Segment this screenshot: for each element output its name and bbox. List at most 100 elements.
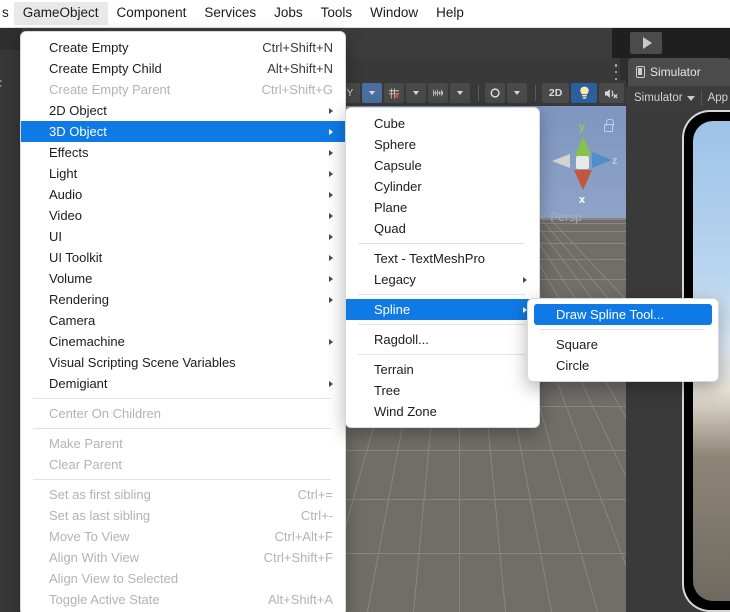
menubar-item-component[interactable]: Component [108, 2, 196, 25]
menu-item-2d-object[interactable]: 2D Object [21, 100, 345, 121]
chevron-right-icon [329, 149, 333, 156]
toolbar-button-grid-snapping-toggle[interactable] [384, 83, 404, 103]
menu-item-shortcut: Ctrl+Alt+F [274, 529, 333, 544]
menu-item-plane[interactable]: Plane [346, 197, 539, 218]
menu-item-toggle-active-state: Toggle Active State Alt+Shift+A [21, 589, 345, 610]
menu-item-text-textmeshpro[interactable]: Text - TextMeshPro [346, 248, 539, 269]
menu-item-label: Camera [49, 313, 96, 328]
menu-item-legacy[interactable]: Legacy [346, 269, 539, 290]
menu-item-terrain[interactable]: Terrain [346, 359, 539, 380]
menu-separator [33, 398, 331, 399]
menu-spline[interactable]: Draw Spline Tool... Square Circle [527, 298, 719, 382]
menu-item-shortcut: Ctrl+Shift+N [262, 40, 333, 55]
toolbar-button-grid-visibility-toggle[interactable] [428, 83, 449, 103]
menu-item-create-empty-child[interactable]: Create Empty Child Alt+Shift+N [21, 58, 345, 79]
menubar-item-services[interactable]: Services [195, 2, 265, 25]
toolbar-button-toggle-scene-audio[interactable] [599, 83, 624, 103]
menubar-item-tools[interactable]: Tools [312, 2, 362, 25]
menubar-item-label: Component [116, 5, 187, 21]
toolbar-button-pivot-rotation-dropdown[interactable] [362, 83, 382, 103]
menu-item-label: Visual Scripting Scene Variables [49, 355, 236, 370]
more-options-icon[interactable] [610, 64, 622, 80]
simulator-device-dropdown-label: Simulator [634, 92, 683, 104]
menubar-item-help[interactable]: Help [427, 2, 473, 25]
menu-gameobject[interactable]: Create Empty Ctrl+Shift+N Create Empty Chi… [20, 31, 346, 612]
menu-item-tree[interactable]: Tree [346, 380, 539, 401]
toolbar-button-grid-snapping-dropdown[interactable] [406, 83, 426, 103]
menu-item-label: Align View to Selected [49, 571, 179, 586]
menu-item-camera[interactable]: Camera [21, 310, 345, 331]
menu-item-label: Toggle Active State [49, 592, 160, 607]
menu-item-label: Volume [49, 271, 93, 286]
toolbar-button-grid-visibility-dropdown[interactable] [450, 83, 471, 103]
hierarchy-panel-sliver[interactable]: Te n C cti [0, 28, 22, 612]
lock-open-icon[interactable] [604, 119, 614, 132]
menu-item-demigiant[interactable]: Demigiant [21, 373, 345, 394]
menu-item-move-to-view: Move To View Ctrl+Alt+F [21, 526, 345, 547]
menu-item-capsule[interactable]: Capsule [346, 155, 539, 176]
menu-item-visual-scripting-scene-variables[interactable]: Visual Scripting Scene Variables [21, 352, 345, 373]
menu-3d-object[interactable]: Cube Sphere Capsule Cylinder Plane Quad Text -… [345, 107, 540, 428]
chevron-right-icon [329, 233, 333, 240]
menu-item-quad[interactable]: Quad [346, 218, 539, 239]
menu-item-shortcut: Ctrl+Shift+F [263, 550, 333, 565]
menu-item-spline[interactable]: Spline [346, 299, 539, 320]
menu-item-rendering[interactable]: Rendering [21, 289, 345, 310]
menu-item-label: Effects [49, 145, 89, 160]
menu-item-ui[interactable]: UI [21, 226, 345, 247]
menu-item-circle[interactable]: Circle [528, 355, 718, 376]
menu-separator [540, 329, 704, 330]
menu-item-label: Capsule [374, 158, 422, 173]
menubar-item-jobs[interactable]: Jobs [265, 2, 312, 25]
tab-simulator[interactable]: Simulator [628, 58, 730, 86]
gizmo-axis-x-label: x [579, 194, 586, 206]
toolbar-button-gizmos-toggle[interactable] [484, 83, 506, 103]
menu-item-make-parent: Make Parent [21, 433, 345, 454]
toolbar-button-gizmos-dropdown[interactable] [507, 83, 528, 103]
menu-item-draw-spline-tool[interactable]: Draw Spline Tool... [534, 304, 712, 325]
chevron-right-icon [329, 212, 333, 219]
chevron-down-icon [686, 95, 695, 101]
menu-item-3d-object[interactable]: 3D Object [21, 121, 345, 142]
menubar-item-s[interactable]: s [0, 2, 14, 25]
menu-item-label: Circle [556, 358, 590, 373]
toolbar-button-toggle-scene-lighting[interactable] [571, 83, 598, 103]
menu-item-square[interactable]: Square [528, 334, 718, 355]
scene-view-toolbar[interactable]: Y 2D [340, 80, 626, 106]
menu-bar[interactable]: s GameObject Component Services Jobs Tools Win… [0, 0, 730, 28]
simulator-toolbar[interactable]: Simulator App [628, 86, 730, 110]
menu-item-shortcut: Ctrl+- [300, 508, 333, 523]
menu-item-wind-zone[interactable]: Wind Zone [346, 401, 539, 422]
menu-item-align-view-to-selected: Align View to Selected [21, 568, 345, 589]
menubar-item-gameobject[interactable]: GameObject [13, 2, 108, 25]
menu-item-clear-parent: Clear Parent [21, 454, 345, 475]
menu-item-sphere[interactable]: Sphere [346, 134, 539, 155]
tab-simulator-label: Simulator [650, 65, 701, 79]
menu-separator [358, 354, 525, 355]
gizmo-axis-z-cone[interactable] [592, 152, 612, 168]
menu-item-label: Text - TextMeshPro [374, 251, 486, 266]
menu-item-effects[interactable]: Effects [21, 142, 345, 163]
menu-item-label: Cylinder [374, 179, 422, 194]
toolbar-button-toggle-2d-view[interactable]: 2D [541, 83, 570, 103]
gizmo-axis-y-cone[interactable] [575, 136, 591, 156]
menu-item-volume[interactable]: Volume [21, 268, 345, 289]
chevron-right-icon [329, 170, 333, 177]
menu-item-create-empty[interactable]: Create Empty Ctrl+Shift+N [21, 37, 345, 58]
menu-item-ui-toolkit[interactable]: UI Toolkit [21, 247, 345, 268]
menu-item-audio[interactable]: Audio [21, 184, 345, 205]
play-button[interactable] [630, 32, 662, 54]
gizmo-axis-x-cone[interactable] [574, 170, 592, 190]
menu-item-cylinder[interactable]: Cylinder [346, 176, 539, 197]
scene-orientation-gizmo[interactable]: y x z [540, 114, 622, 214]
simulator-device-dropdown[interactable]: Simulator [634, 92, 695, 104]
menu-item-cinemachine[interactable]: Cinemachine [21, 331, 345, 352]
menu-item-cube[interactable]: Cube [346, 113, 539, 134]
menu-item-light[interactable]: Light [21, 163, 345, 184]
gizmo-axis-negx-cone[interactable] [552, 154, 570, 168]
menubar-item-window[interactable]: Window [361, 2, 427, 25]
menu-item-video[interactable]: Video [21, 205, 345, 226]
menu-item-ragdoll[interactable]: Ragdoll... [346, 329, 539, 350]
gizmo-axis-z-label: z [612, 155, 618, 167]
menubar-item-label: GameObject [22, 5, 99, 21]
